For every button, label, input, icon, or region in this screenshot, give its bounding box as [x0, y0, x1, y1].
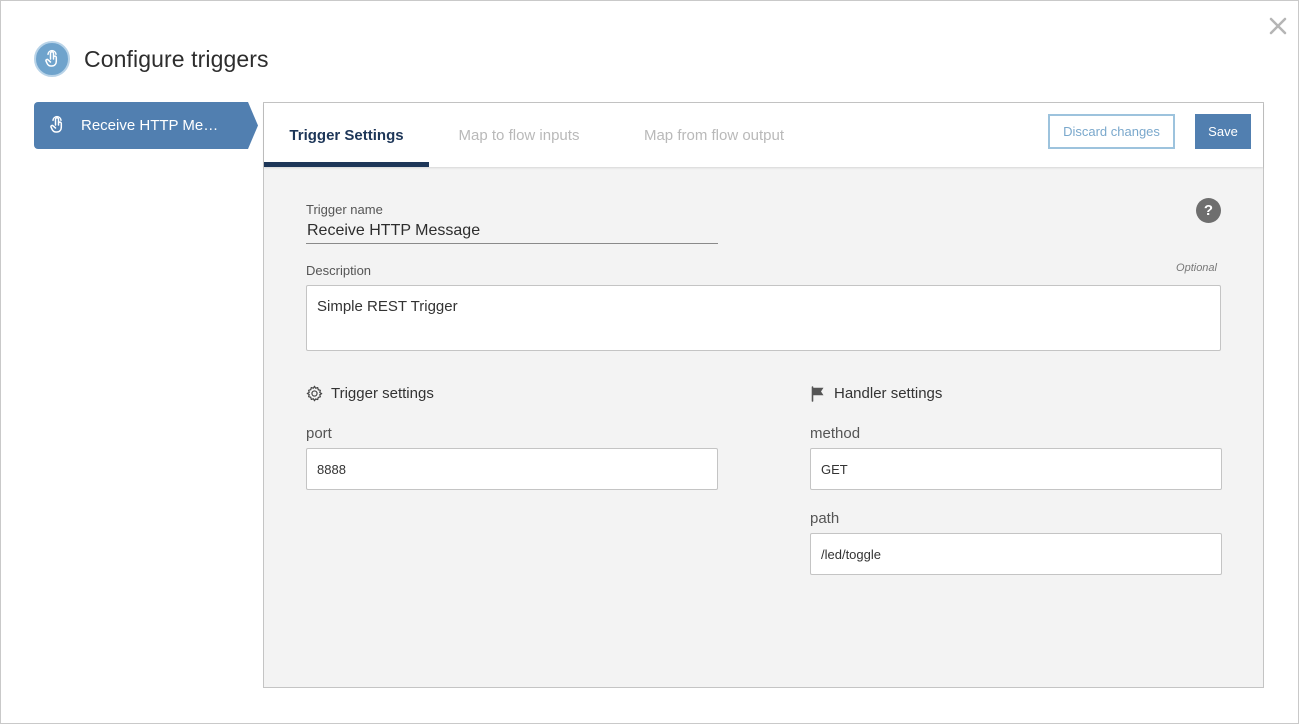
- page-title: Configure triggers: [84, 45, 269, 72]
- configure-triggers-dialog: Configure triggers Receive HTTP Me… Trig…: [0, 0, 1299, 724]
- port-input[interactable]: [306, 448, 718, 490]
- optional-hint: Optional: [1176, 262, 1217, 274]
- discard-changes-button[interactable]: Discard changes: [1048, 114, 1175, 149]
- close-icon[interactable]: [1265, 13, 1291, 39]
- flag-icon: [811, 385, 824, 402]
- path-input[interactable]: [810, 533, 1222, 575]
- handler-settings-title: Handler settings: [834, 385, 943, 402]
- save-button[interactable]: Save: [1195, 114, 1251, 149]
- method-label: method: [810, 425, 861, 442]
- tab-bar: Trigger Settings Map to flow inputs Map …: [264, 103, 1263, 167]
- handler-settings-heading: Handler settings: [810, 385, 942, 402]
- touch-hand-icon: [34, 41, 70, 77]
- tab-map-to-flow-inputs[interactable]: Map to flow inputs: [429, 103, 609, 167]
- path-label: path: [810, 510, 840, 527]
- help-icon[interactable]: ?: [1196, 198, 1221, 223]
- description-textarea[interactable]: Simple REST Trigger: [306, 285, 1221, 351]
- trigger-name-label: Trigger name: [306, 202, 383, 217]
- description-label: Description: [306, 263, 372, 278]
- sidebar-item-receive-http[interactable]: Receive HTTP Me…: [34, 102, 258, 149]
- dialog-header: Configure triggers: [34, 41, 269, 77]
- trigger-config-panel: Trigger Settings Map to flow inputs Map …: [263, 102, 1264, 688]
- trigger-settings-heading: Trigger settings: [306, 385, 434, 402]
- gear-icon: [306, 385, 323, 402]
- trigger-name-input[interactable]: [306, 218, 718, 244]
- tab-map-from-flow-output[interactable]: Map from flow output: [609, 103, 819, 167]
- port-label: port: [306, 425, 332, 442]
- tab-trigger-settings[interactable]: Trigger Settings: [264, 103, 429, 167]
- trigger-settings-title: Trigger settings: [331, 385, 434, 402]
- method-input[interactable]: [810, 448, 1222, 490]
- sidebar-item-label: Receive HTTP Me…: [81, 117, 219, 134]
- touch-hand-icon: [50, 115, 63, 133]
